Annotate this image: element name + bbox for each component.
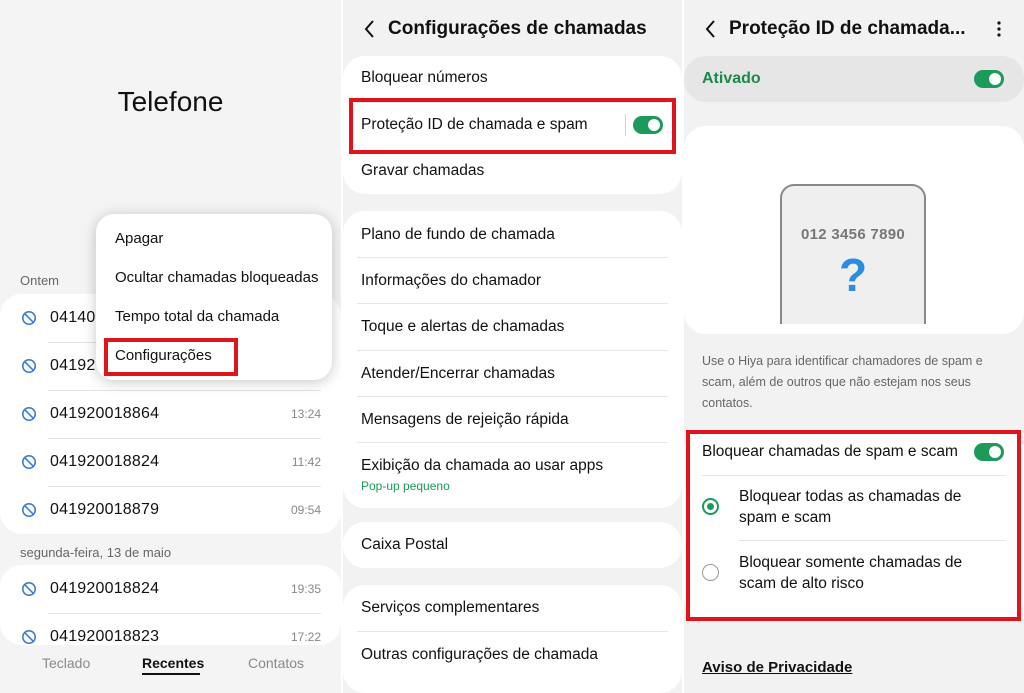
question-mark-icon: ? xyxy=(838,249,868,301)
blocked-call-icon xyxy=(22,407,36,421)
row-divider xyxy=(357,257,668,258)
row-divider xyxy=(357,442,668,443)
call-settings-panel: Configurações de chamadas Bloquear númer… xyxy=(343,0,682,693)
blocked-call-icon xyxy=(22,359,36,373)
illustration-card: 012 3456 7890 ? xyxy=(684,126,1024,334)
highlight-box-settings xyxy=(104,338,238,376)
setting-caller-info[interactable]: Informações do chamador xyxy=(361,272,541,290)
more-options-icon[interactable] xyxy=(996,20,1002,38)
master-switch-bar[interactable]: Ativado xyxy=(684,56,1024,102)
call-row[interactable]: 041920018879 09:54 xyxy=(0,486,341,534)
setting-block-numbers[interactable]: Bloquear números xyxy=(361,69,488,87)
toggle-knob xyxy=(989,73,1001,85)
setting-call-background[interactable]: Plano de fundo de chamada xyxy=(361,226,555,244)
phone-recents-panel: Telefone Ontem 04140 04192 041920018864 … xyxy=(0,0,341,693)
setting-supplementary[interactable]: Serviços complementares xyxy=(361,599,539,617)
tab-contacts[interactable]: Contatos xyxy=(248,655,304,671)
hiya-description: Use o Hiya para identificar chamadores d… xyxy=(702,354,983,410)
tab-keypad[interactable]: Teclado xyxy=(42,655,90,671)
setting-record-calls[interactable]: Gravar chamadas xyxy=(361,162,484,180)
blocked-call-icon xyxy=(22,455,36,469)
call-number: 04192 xyxy=(50,357,96,374)
page-title: Proteção ID de chamada... xyxy=(729,18,966,39)
setting-call-display-value: Pop-up pequeno xyxy=(361,479,450,493)
call-time: 13:24 xyxy=(290,407,321,421)
call-row[interactable]: 041920018824 19:35 xyxy=(0,565,341,613)
header: Configurações de chamadas xyxy=(343,14,682,44)
master-toggle[interactable] xyxy=(974,70,1004,88)
call-row[interactable]: 041920018824 11:42 xyxy=(0,438,341,486)
call-time: 09:54 xyxy=(290,503,321,517)
row-divider xyxy=(357,396,668,397)
illustration-phone-number: 012 3456 7890 xyxy=(801,226,905,243)
app-title: Telefone xyxy=(117,86,224,117)
row-divider xyxy=(357,350,668,351)
setting-other-call-settings[interactable]: Outras configurações de chamada xyxy=(361,646,598,664)
blocked-call-icon xyxy=(22,630,36,644)
menu-item-delete[interactable]: Apagar xyxy=(115,230,163,247)
tab-recents[interactable]: Recentes xyxy=(142,655,204,671)
menu-item-total-time[interactable]: Tempo total da chamada xyxy=(115,308,279,325)
call-number: 041920018864 xyxy=(50,405,160,422)
call-time: 19:35 xyxy=(290,582,321,596)
section-yesterday: Ontem xyxy=(20,273,60,288)
call-number: 04140 xyxy=(50,309,96,326)
call-number: 041920018823 xyxy=(50,628,160,645)
settings-group-2: Plano de fundo de chamada Informações do… xyxy=(343,211,682,508)
highlight-box-block-spam xyxy=(686,430,1021,621)
back-arrow-icon[interactable] xyxy=(361,18,379,40)
call-number: 041920018824 xyxy=(50,580,160,597)
phone-illustration: 012 3456 7890 ? xyxy=(780,184,926,324)
page-title: Configurações de chamadas xyxy=(388,18,647,39)
row-divider xyxy=(357,303,668,304)
setting-voicemail[interactable]: Caixa Postal xyxy=(361,536,448,554)
privacy-notice-link[interactable]: Aviso de Privacidade xyxy=(702,659,852,676)
header: Proteção ID de chamada... xyxy=(684,14,1024,44)
highlight-box-caller-id xyxy=(349,98,676,154)
setting-call-display-apps[interactable]: Exibição da chamada ao usar apps xyxy=(361,457,603,475)
caller-id-protection-panel: Proteção ID de chamada... Ativado 012 34… xyxy=(684,0,1024,693)
row-divider xyxy=(357,631,668,632)
call-number: 041920018824 xyxy=(50,453,160,470)
settings-group-4: Serviços complementares Outras configura… xyxy=(343,585,682,693)
blocked-call-icon xyxy=(22,311,36,325)
back-arrow-icon[interactable] xyxy=(702,18,720,40)
call-number: 041920018879 xyxy=(50,501,160,518)
setting-ringtones-alerts[interactable]: Toque e alertas de chamadas xyxy=(361,318,564,336)
call-time: 17:22 xyxy=(290,630,321,644)
active-tab-indicator xyxy=(142,673,200,675)
setting-answer-end[interactable]: Atender/Encerrar chamadas xyxy=(361,365,555,383)
blocked-call-icon xyxy=(22,503,36,517)
call-time: 11:42 xyxy=(291,455,321,469)
blocked-call-icon xyxy=(22,582,36,596)
call-row[interactable]: 041920018864 13:24 xyxy=(0,390,341,438)
section-monday: segunda-feira, 13 de maio xyxy=(20,545,172,560)
calls-card-monday: 041920018824 19:35 041920018823 17:22 xyxy=(0,565,341,645)
setting-quick-decline[interactable]: Mensagens de rejeição rápida xyxy=(361,411,569,429)
settings-group-3: Caixa Postal xyxy=(343,522,682,568)
call-row[interactable]: 041920018823 17:22 xyxy=(0,613,341,645)
bottom-tab-bar: Teclado Recentes Contatos xyxy=(0,652,341,676)
menu-item-hide-blocked[interactable]: Ocultar chamadas bloqueadas xyxy=(115,269,318,286)
status-label: Ativado xyxy=(702,70,761,87)
